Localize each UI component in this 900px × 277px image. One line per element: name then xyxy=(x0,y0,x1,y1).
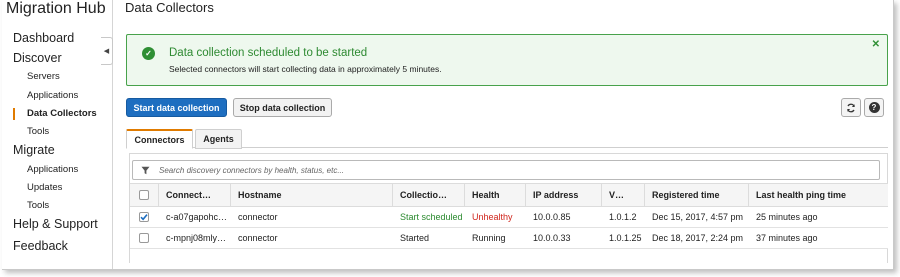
column-header-registered-time[interactable]: Registered time xyxy=(644,184,748,206)
row-checkbox[interactable] xyxy=(139,233,149,243)
column-header-version[interactable]: V… xyxy=(601,184,644,206)
column-header-health[interactable]: Health xyxy=(464,184,525,206)
tab-agents[interactable]: Agents xyxy=(195,129,242,149)
cell-hostname: connector xyxy=(238,233,278,243)
table-row[interactable]: c-mpnj08mly… connector Started Running 1… xyxy=(130,228,888,249)
cell-ip-address: 10.0.0.33 xyxy=(533,233,571,243)
column-header-collection[interactable]: Collectio… xyxy=(392,184,464,206)
tab-connectors[interactable]: Connectors xyxy=(126,129,193,149)
stop-data-collection-button[interactable]: Stop data collection xyxy=(233,98,332,117)
check-circle-icon: ✓ xyxy=(142,47,155,60)
table-header: Connect… Hostname Collectio… Health IP a… xyxy=(130,183,888,207)
sidebar-item-data-collectors[interactable]: Data Collectors xyxy=(27,108,97,119)
sidebar-item-migrate[interactable]: Migrate xyxy=(13,143,55,157)
cell-connector-id: c-mpnj08mly… xyxy=(166,233,227,243)
column-header-hostname[interactable]: Hostname xyxy=(230,184,392,206)
column-header-last-health-ping[interactable]: Last health ping time xyxy=(748,184,888,206)
search-box[interactable] xyxy=(132,160,880,180)
tab-bar: Connectors Agents xyxy=(126,128,888,149)
checkmark-icon xyxy=(140,214,148,221)
help-icon: ? xyxy=(868,102,880,113)
sidebar-collapse-button[interactable]: ◀ xyxy=(101,37,113,65)
row-checkbox[interactable] xyxy=(139,212,149,222)
select-all-checkbox[interactable] xyxy=(139,190,149,200)
cell-last-health-ping: 37 minutes ago xyxy=(756,233,818,243)
select-all-cell xyxy=(130,184,158,206)
page-title: Data Collectors xyxy=(125,0,214,15)
cell-connector-id: c-a07gapohc… xyxy=(166,212,228,222)
cell-health: Unhealthy xyxy=(472,212,513,222)
refresh-icon xyxy=(847,103,855,112)
flash-body: Selected connectors will start collectin… xyxy=(169,64,442,74)
filter-icon xyxy=(141,166,150,175)
flash-message: ✓ Data collection scheduled to be starte… xyxy=(126,34,888,86)
search-input[interactable] xyxy=(159,163,859,177)
cell-registered-time: Dec 18, 2017, 2:24 pm xyxy=(652,233,744,243)
sidebar-item-discover-tools[interactable]: Tools xyxy=(27,126,49,137)
app-title: Migration Hub xyxy=(6,0,106,17)
column-header-connector[interactable]: Connect… xyxy=(158,184,230,206)
cell-hostname: connector xyxy=(238,212,278,222)
cell-last-health-ping: 25 minutes ago xyxy=(756,212,818,222)
table-row[interactable]: c-a07gapohc… connector Start scheduled U… xyxy=(130,207,888,228)
cell-health: Running xyxy=(472,233,506,243)
sidebar-item-migrate-applications[interactable]: Applications xyxy=(27,164,78,175)
sidebar: Migration Hub Dashboard Discover Servers… xyxy=(2,0,112,269)
cell-version: 1.0.1.2 xyxy=(609,212,637,222)
refresh-button[interactable] xyxy=(841,98,861,117)
cell-ip-address: 10.0.0.85 xyxy=(533,212,571,222)
row-select-cell xyxy=(130,207,158,227)
cell-collection-status: Start scheduled xyxy=(400,212,463,222)
row-select-cell xyxy=(130,228,158,248)
sidebar-item-discover-applications[interactable]: Applications xyxy=(27,90,78,101)
sidebar-item-servers[interactable]: Servers xyxy=(27,71,60,82)
close-icon[interactable]: ✕ xyxy=(872,39,880,50)
start-data-collection-button[interactable]: Start data collection xyxy=(126,98,227,117)
flash-title: Data collection scheduled to be started xyxy=(169,47,368,59)
app-window: Migration Hub Dashboard Discover Servers… xyxy=(2,0,894,270)
active-indicator xyxy=(13,108,15,120)
cell-collection-status: Started xyxy=(400,233,430,243)
sidebar-item-discover[interactable]: Discover xyxy=(13,51,62,65)
cell-registered-time: Dec 15, 2017, 4:57 pm xyxy=(652,212,744,222)
sidebar-item-migrate-tools[interactable]: Tools xyxy=(27,200,49,211)
sidebar-item-dashboard[interactable]: Dashboard xyxy=(13,31,74,45)
column-header-ip-address[interactable]: IP address xyxy=(525,184,601,206)
chevron-left-icon: ◀ xyxy=(103,48,110,55)
help-button[interactable]: ? xyxy=(864,98,884,117)
cell-version: 1.0.1.25 xyxy=(609,233,642,243)
sidebar-item-feedback[interactable]: Feedback xyxy=(13,239,68,253)
sidebar-item-updates[interactable]: Updates xyxy=(27,182,62,193)
sidebar-item-help-support[interactable]: Help & Support xyxy=(13,217,98,231)
